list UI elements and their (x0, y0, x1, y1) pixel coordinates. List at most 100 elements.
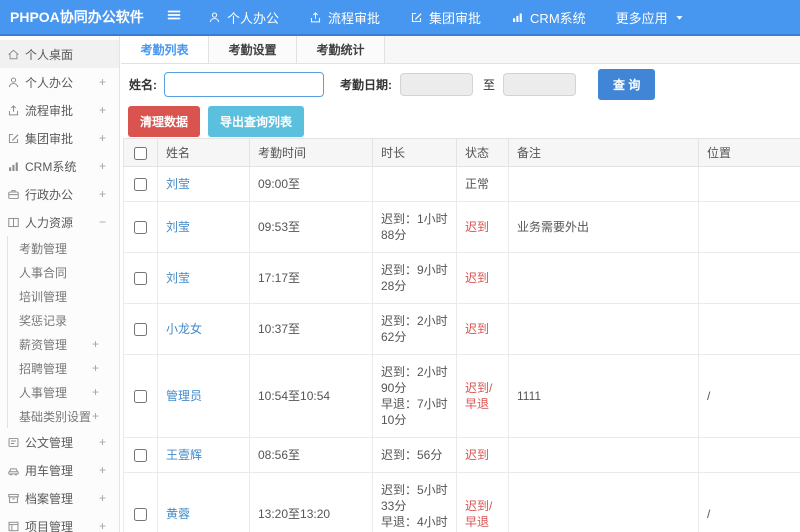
sidebar-item-archive-mgmt[interactable]: 档案管理 + (0, 484, 119, 512)
clean-data-button[interactable]: 清理数据 (128, 105, 201, 137)
topnav-personal-office[interactable]: 个人办公 (208, 8, 279, 27)
sidebar-subitem-training-mgmt[interactable]: 培训管理 (8, 284, 119, 308)
date-to-input[interactable] (503, 72, 577, 96)
sidebar-item-desktop[interactable]: 个人桌面 (0, 40, 119, 68)
expand-icon[interactable]: + (92, 385, 99, 399)
sidebar-subitem-recruit-mgmt[interactable]: 招聘管理 + (8, 356, 119, 380)
search-button[interactable]: 查 询 (598, 68, 656, 100)
brand-logo[interactable]: PHPOA协同办公软件 (0, 7, 160, 27)
sidebar-item-crm[interactable]: CRM系统 + (0, 152, 119, 180)
expand-icon[interactable]: + (99, 435, 106, 449)
sidebar-item-vehicle-mgmt[interactable]: 用车管理 + (0, 456, 119, 484)
location-cell (698, 303, 800, 355)
duration-line: 迟到：2小时90分 (381, 365, 448, 395)
employee-name-link[interactable]: 小龙女 (166, 322, 202, 336)
menu-toggle-button[interactable] (166, 7, 182, 28)
sidebar-subitem-reward-record[interactable]: 奖惩记录 (8, 308, 119, 332)
employee-name-link[interactable]: 刘莹 (166, 220, 190, 234)
sidebar-item-hr[interactable]: 人力资源 − (0, 208, 119, 236)
name-input[interactable] (164, 71, 324, 97)
status-cell: 迟到/早退 (456, 354, 509, 438)
employee-name-link[interactable]: 刘莹 (166, 177, 190, 191)
employee-name-link[interactable]: 黄蓉 (166, 507, 190, 521)
expand-icon[interactable]: + (99, 103, 106, 117)
status-cell: 正常 (456, 166, 509, 202)
sidebar-item-workflow-approval[interactable]: 流程审批 + (0, 96, 119, 124)
time-cell: 10:54至10:54 (249, 354, 373, 438)
sidebar-item-group-approval[interactable]: 集团审批 + (0, 124, 119, 152)
topnav-workflow-approval[interactable]: 流程审批 (309, 8, 380, 27)
time-cell: 09:53至 (249, 201, 373, 253)
sidebar-subitem-salary-mgmt[interactable]: 薪资管理 + (8, 332, 119, 356)
name-cell: 小龙女 (157, 303, 250, 355)
expand-icon[interactable]: + (99, 75, 106, 89)
row-checkbox[interactable] (134, 449, 147, 463)
row-checkbox[interactable] (134, 323, 147, 337)
chart-icon (7, 160, 25, 173)
column-header: 考勤时间 (249, 138, 373, 167)
expand-icon[interactable]: + (92, 361, 99, 375)
sidebar-item-personal-office[interactable]: 个人办公 + (0, 68, 119, 96)
sidebar-subitem-hr-contract[interactable]: 人事合同 (8, 260, 119, 284)
row-checkbox[interactable] (134, 390, 147, 404)
time-cell: 10:37至 (249, 303, 373, 355)
location-cell: / (698, 354, 800, 438)
expand-icon[interactable]: + (99, 159, 106, 173)
tab-attendance-stats[interactable]: 考勤统计 (297, 36, 385, 63)
select-all-checkbox[interactable] (134, 146, 147, 160)
book-icon (7, 216, 25, 229)
row-checkbox[interactable] (134, 272, 147, 286)
sidebar-item-admin-office[interactable]: 行政办公 + (0, 180, 119, 208)
duration-cell (372, 166, 457, 202)
row-select-cell (123, 354, 158, 438)
name-cell: 刘莹 (157, 201, 250, 253)
location-cell (698, 166, 800, 202)
row-select-cell (123, 252, 158, 304)
location-cell (698, 201, 800, 253)
topnav-crm[interactable]: CRM系统 (511, 8, 586, 27)
note-cell: 1111 (508, 354, 699, 438)
top-nav: 个人办公 流程审批 集团审批 CRM系统 更多应用 (208, 8, 685, 27)
sidebar: 个人桌面 个人办公 + 流程审批 + 集团审批 + CRM系统 + 行政办公 + 人力资源 − 考勤管理人… (0, 36, 120, 532)
sidebar-item-doc-mgmt[interactable]: 公文管理 + (0, 428, 119, 456)
expand-icon[interactable]: + (92, 337, 99, 351)
row-checkbox[interactable] (134, 221, 147, 235)
topnav-more-apps[interactable]: 更多应用 (616, 8, 685, 27)
duration-cell: 迟到：56分 (372, 437, 457, 473)
home-icon (7, 48, 25, 61)
tab-attendance-list[interactable]: 考勤列表 (121, 36, 209, 63)
sidebar-subitem-attendance-mgmt[interactable]: 考勤管理 (8, 236, 119, 260)
expand-icon[interactable]: + (99, 187, 106, 201)
expand-icon[interactable]: + (92, 409, 99, 423)
archive-icon (7, 492, 25, 505)
topnav-group-approval[interactable]: 集团审批 (410, 8, 481, 27)
row-checkbox[interactable] (134, 508, 147, 522)
sidebar-item-label: 用车管理 (25, 463, 74, 478)
expand-icon[interactable]: + (99, 491, 106, 505)
filter-bar: 姓名: 考勤日期: 至 查 询 (121, 64, 800, 104)
employee-name-link[interactable]: 刘莹 (166, 271, 190, 285)
duration-line: 迟到：2小时62分 (381, 314, 448, 344)
sidebar-subitem-label: 奖惩记录 (19, 313, 68, 328)
expand-icon[interactable]: + (99, 131, 106, 145)
row-checkbox[interactable] (134, 178, 147, 192)
table-row: 黄蓉13:20至13:20迟到：5小时33分早退：4小时67分迟到/早退/ (123, 472, 800, 532)
topnav-label: 流程审批 (328, 10, 381, 26)
sidebar-subitem-personnel-mgmt[interactable]: 人事管理 + (8, 380, 119, 404)
sidebar-subitem-base-category[interactable]: 基础类别设置 + (8, 404, 119, 428)
expand-icon[interactable]: + (99, 519, 106, 532)
sidebar-item-project-mgmt[interactable]: 项目管理 + (0, 512, 119, 532)
sidebar-item-label: 项目管理 (25, 519, 74, 532)
expand-icon[interactable]: + (99, 463, 106, 477)
row-select-cell (123, 166, 158, 202)
collapse-icon[interactable]: − (99, 215, 106, 229)
caret-icon (674, 12, 685, 23)
tab-attendance-setup[interactable]: 考勤设置 (209, 36, 297, 63)
edit-icon (7, 132, 25, 145)
export-list-button[interactable]: 导出查询列表 (208, 105, 305, 137)
location-cell (698, 437, 800, 473)
duration-line: 迟到：5小时33分 (381, 483, 448, 513)
employee-name-link[interactable]: 管理员 (166, 389, 202, 403)
employee-name-link[interactable]: 王壹辉 (166, 448, 202, 462)
date-from-input[interactable] (400, 72, 473, 96)
